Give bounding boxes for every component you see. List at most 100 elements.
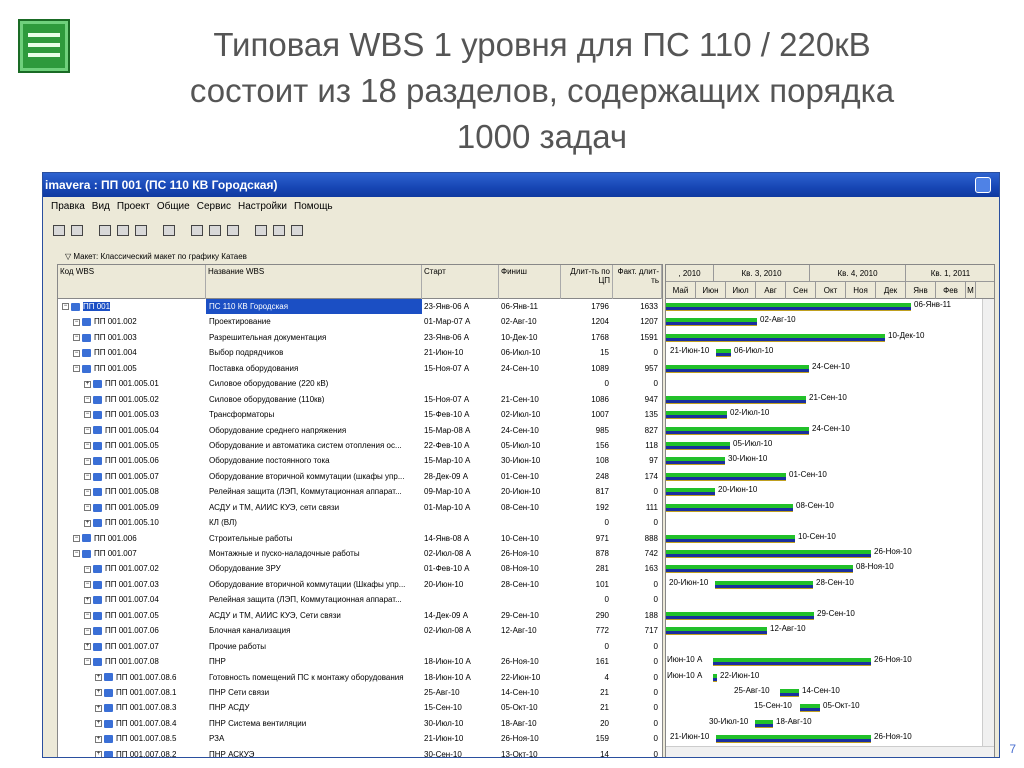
- table-row[interactable]: − ПП 001 ПС 110 КВ Городская 23-Янв-06 А 06-…: [58, 299, 662, 315]
- tree-expand-icon[interactable]: −: [62, 303, 69, 311]
- window-minimize-button[interactable]: [975, 177, 991, 193]
- gantt-float-bar: [800, 711, 820, 713]
- header-actual[interactable]: Факт. длит-ть: [613, 265, 662, 299]
- table-row[interactable]: − ПП 001.007.02 Оборудование ЗРУ 01-Фев-10 …: [58, 561, 662, 577]
- table-row[interactable]: + ПП 001.007.08.6 Готовность помещений ПС …: [58, 669, 662, 685]
- layout-selector[interactable]: ▽ Макет: Классический макет по графику К…: [57, 251, 995, 263]
- table-row[interactable]: + ПП 001.007.08.1 ПНР Сети связи 25-Авг-10 1…: [58, 684, 662, 701]
- cell-code-text: ПП 001.007.08: [105, 657, 159, 667]
- header-code[interactable]: Код WBS: [58, 265, 206, 299]
- table-row[interactable]: − ПП 001.007.06 Блочная канализация 02-Июл-…: [58, 623, 662, 639]
- table-icon[interactable]: [227, 224, 239, 236]
- table-row[interactable]: − ПП 001.007.05 АСДУ и ТМ, АИИС КУЭ, Сети …: [58, 607, 662, 624]
- table-row[interactable]: − ПП 001.005.06 Оборудование постоянного т…: [58, 453, 662, 469]
- tree-expand-icon[interactable]: −: [73, 349, 80, 357]
- table-row[interactable]: + ПП 001.005.01 Силовое оборудование (220 …: [58, 376, 662, 392]
- wbs-node-icon: [93, 596, 102, 605]
- table-row[interactable]: − ПП 001.005.05 Оборудование и автоматика …: [58, 437, 662, 454]
- table-row[interactable]: + ПП 001.007.08.5 РЗА 21-Июн-10 26-Ноя-10 159…: [58, 731, 662, 747]
- tree-expand-icon[interactable]: +: [95, 735, 102, 743]
- tree-expand-icon[interactable]: −: [84, 442, 91, 450]
- table-row[interactable]: + ПП 001.005.10 КЛ (ВЛ) 0 0: [58, 515, 662, 531]
- tree-expand-icon[interactable]: −: [84, 504, 91, 512]
- table-row[interactable]: − ПП 001.007 Монтажные и пуско-наладочные …: [58, 546, 662, 562]
- tree-expand-icon[interactable]: +: [84, 380, 91, 388]
- tree-expand-icon[interactable]: −: [84, 627, 91, 635]
- filter-icon[interactable]: [163, 224, 175, 236]
- menu-item[interactable]: Сервис: [197, 201, 231, 212]
- table-row[interactable]: − ПП 001.007.08 ПНР 18-Июн-10 А 26-Ноя-10 161…: [58, 654, 662, 670]
- gantt-finish-label: 10-Дек-10: [888, 330, 925, 340]
- tree-expand-icon[interactable]: −: [73, 550, 80, 558]
- print-preview-icon[interactable]: [71, 224, 83, 236]
- tree-expand-icon[interactable]: −: [84, 612, 91, 620]
- table-row[interactable]: − ПП 001.005.02 Силовое оборудование (110к…: [58, 391, 662, 408]
- menu-item[interactable]: Правка: [51, 201, 85, 212]
- table-row[interactable]: − ПП 001.003 Разрешительная документация 23…: [58, 329, 662, 346]
- menu-item[interactable]: Помощь: [294, 201, 333, 212]
- table-row[interactable]: − ПП 001.006 Строительные работы 14-Янв-08 …: [58, 530, 662, 546]
- tree-expand-icon[interactable]: −: [73, 365, 80, 373]
- indent-icon[interactable]: [99, 224, 111, 236]
- table-row[interactable]: − ПП 001.004 Выбор подрядчиков 21-Июн-10 06-…: [58, 345, 662, 361]
- table-row[interactable]: − ПП 001.002 Проектирование 01-Мар-07 А 02-А…: [58, 314, 662, 330]
- tree-expand-icon[interactable]: −: [84, 565, 91, 573]
- horizontal-scrollbar[interactable]: [666, 746, 994, 757]
- tree-expand-icon[interactable]: +: [95, 673, 102, 681]
- tree-expand-icon[interactable]: −: [84, 658, 91, 666]
- tree-expand-icon[interactable]: +: [84, 643, 91, 651]
- tree-expand-icon[interactable]: −: [73, 334, 80, 342]
- table-row[interactable]: + ПП 001.007.08.3 ПНР АСДУ 15-Сен-10 05-Окт-…: [58, 700, 662, 716]
- zoom-out-icon[interactable]: [273, 224, 285, 236]
- gantt-month: Июл: [726, 282, 756, 299]
- header-finish[interactable]: Финиш: [499, 265, 561, 299]
- table-row[interactable]: − ПП 001.005.04 Оборудование среднего напр…: [58, 422, 662, 438]
- tree-expand-icon[interactable]: +: [95, 704, 102, 712]
- table-row[interactable]: − ПП 001.005.09 АСДУ и ТМ, АИИС КУЭ, сети …: [58, 499, 662, 516]
- table-row[interactable]: + ПП 001.007.04 Релейная защита (ЛЭП, Комм…: [58, 592, 662, 608]
- table-row[interactable]: − ПП 001.005.03 Трансформаторы 15-Фев-10 А 0…: [58, 407, 662, 423]
- menu-item[interactable]: Проект: [117, 201, 150, 212]
- table-row[interactable]: + ПП 001.007.08.4 ПНР Система вентиляции 30…: [58, 715, 662, 732]
- table-row[interactable]: + ПП 001.007.08.2 ПНР АСКУЭ 30-Сен-10 13-Окт…: [58, 746, 662, 757]
- header-name[interactable]: Название WBS: [206, 265, 422, 299]
- cell-name: ПНР: [209, 657, 226, 667]
- table-row[interactable]: − ПП 001.005.08 Релейная защита (ЛЭП, Комм…: [58, 484, 662, 500]
- menu-item[interactable]: Общие: [157, 201, 190, 212]
- vertical-scrollbar[interactable]: [982, 299, 994, 746]
- tree-expand-icon[interactable]: +: [95, 751, 102, 757]
- table-row[interactable]: − ПП 001.007.03 Оборудование вторичной ком…: [58, 576, 662, 593]
- layout-icon[interactable]: [209, 224, 221, 236]
- zoom-fit-icon[interactable]: [291, 224, 303, 236]
- tree-expand-icon[interactable]: −: [84, 426, 91, 434]
- tree-expand-icon[interactable]: −: [73, 534, 80, 542]
- table-row[interactable]: − ПП 001.005 Поставка оборудования 15-Ноя-0…: [58, 360, 662, 377]
- tree-expand-icon[interactable]: +: [84, 596, 91, 604]
- menu-item[interactable]: Вид: [92, 201, 110, 212]
- tree-expand-icon[interactable]: +: [84, 519, 91, 527]
- header-duration[interactable]: Длит-ть по ЦП: [561, 265, 613, 299]
- header-start[interactable]: Старт: [422, 265, 499, 299]
- gantt-finish-label: 28-Сен-10: [816, 577, 854, 587]
- tree-expand-icon[interactable]: −: [84, 581, 91, 589]
- tree-expand-icon[interactable]: −: [84, 411, 91, 419]
- cell-start: 01-Мар-10 А: [424, 502, 471, 512]
- zoom-in-icon[interactable]: [255, 224, 267, 236]
- tree-expand-icon[interactable]: +: [95, 720, 102, 728]
- tree-expand-icon[interactable]: −: [84, 473, 91, 481]
- table-row[interactable]: − ПП 001.005.07 Оборудование вторичной ком…: [58, 468, 662, 485]
- tree-expand-icon[interactable]: −: [84, 457, 91, 465]
- tree-expand-icon[interactable]: +: [95, 689, 102, 697]
- menu-item[interactable]: Настройки: [238, 201, 287, 212]
- cell-dur: 156: [595, 440, 609, 450]
- cell-finish: 10-Сен-10: [501, 533, 539, 543]
- tree-expand-icon[interactable]: −: [73, 318, 80, 326]
- bars-icon[interactable]: [191, 224, 203, 236]
- table-row[interactable]: + ПП 001.007.07 Прочие работы 0 0: [58, 638, 662, 655]
- print-icon[interactable]: [53, 224, 65, 236]
- hierarchy-icon[interactable]: [135, 224, 147, 236]
- columns-icon[interactable]: [117, 224, 129, 236]
- tree-expand-icon[interactable]: −: [84, 488, 91, 496]
- tree-expand-icon[interactable]: −: [84, 396, 91, 404]
- wbs-node-icon: [93, 472, 102, 481]
